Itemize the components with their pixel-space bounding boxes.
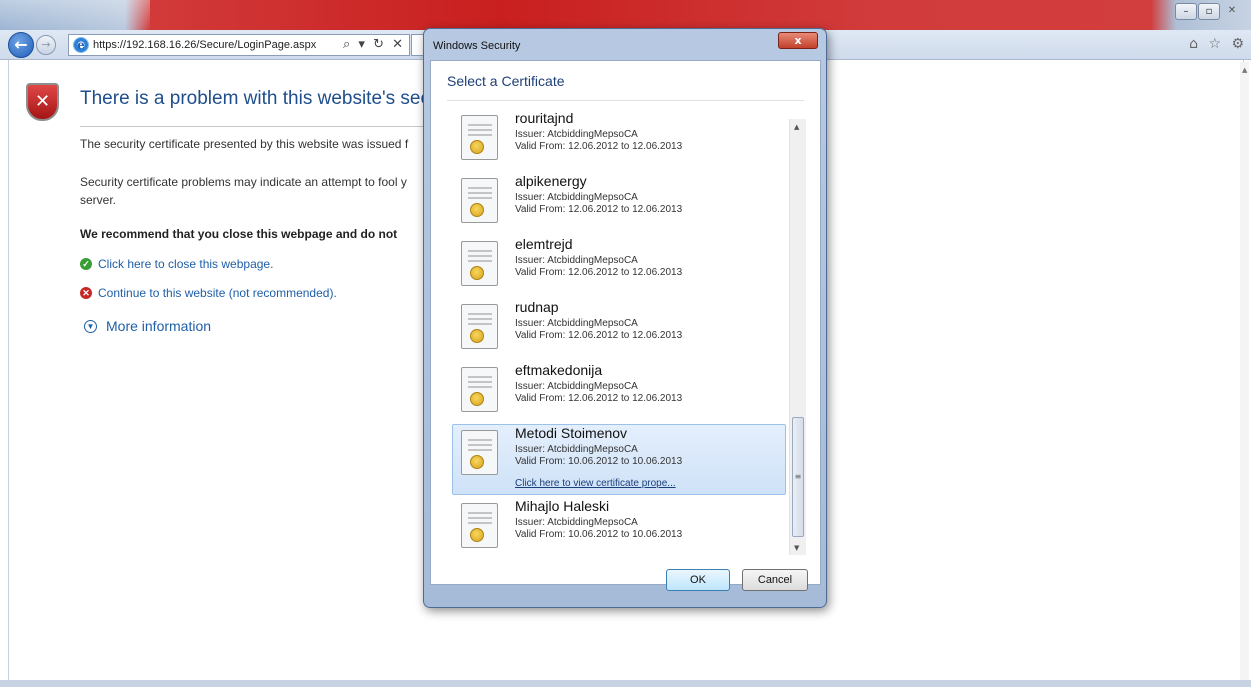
browser-title-bar: – ▫ ✕ xyxy=(0,0,1251,30)
certificate-item[interactable]: eftmakedonija Issuer: AtcbiddingMepsoCA … xyxy=(452,361,786,423)
certificate-list[interactable]: rouritajnd Issuer: AtcbiddingMepsoCA Val… xyxy=(446,110,808,554)
cert-warning-paragraph: Security certificate problems may indica… xyxy=(80,175,407,207)
certificate-icon xyxy=(461,241,498,286)
certificate-item[interactable]: Mihajlo Haleski Issuer: AtcbiddingMepsoC… xyxy=(452,497,786,554)
certificate-issuer: Issuer: AtcbiddingMepsoCA xyxy=(515,318,638,329)
security-shield-error-icon: ✕ xyxy=(26,83,59,121)
certificate-issuer: Issuer: AtcbiddingMepsoCA xyxy=(515,192,638,203)
page-scrollbar[interactable] xyxy=(1240,62,1249,680)
certificate-issuer: Issuer: AtcbiddingMepsoCA xyxy=(515,255,638,266)
dialog-heading: Select a Certificate xyxy=(447,73,565,89)
certificate-name: Metodi Stoimenov xyxy=(515,425,628,441)
dialog-title: Windows Security xyxy=(433,40,521,52)
more-information-toggle[interactable]: ▼ More information xyxy=(84,318,211,334)
certificate-name: rudnap xyxy=(515,299,559,315)
close-page-link-label[interactable]: Click here to close this webpage. xyxy=(98,257,273,271)
title-divider xyxy=(80,126,425,127)
certificate-name: rouritajnd xyxy=(515,110,574,126)
certificate-validity: Valid From: 12.06.2012 to 12.06.2013 xyxy=(515,330,683,341)
address-bar[interactable]: e https://192.168.16.26/Secure/LoginPage… xyxy=(68,34,410,56)
certificate-item[interactable]: alpikenergy Issuer: AtcbiddingMepsoCA Va… xyxy=(452,172,786,234)
scroll-up-arrow-icon[interactable]: ▲ xyxy=(1242,66,1247,74)
certificate-name: Mihajlo Haleski xyxy=(515,498,610,514)
certificate-issuer: Issuer: AtcbiddingMepsoCA xyxy=(515,444,638,455)
certificate-name: elemtrejd xyxy=(515,236,573,252)
recommendation-text: We recommend that you close this webpage… xyxy=(80,227,398,241)
title-bar-highlight xyxy=(0,0,150,30)
more-information-label[interactable]: More information xyxy=(106,318,211,334)
certificate-icon xyxy=(461,367,498,412)
ok-button[interactable]: OK xyxy=(666,569,730,591)
certificate-item[interactable]: rudnap Issuer: AtcbiddingMepsoCA Valid F… xyxy=(452,298,786,360)
certificate-validity: Valid From: 10.06.2012 to 10.06.2013 xyxy=(515,529,683,540)
certificate-name: eftmakedonija xyxy=(515,362,603,378)
certificate-icon xyxy=(461,115,498,160)
continue-link-label[interactable]: Continue to this website (not recommende… xyxy=(98,286,337,300)
certificate-icon xyxy=(461,430,498,475)
expand-chevron-icon[interactable]: ▼ xyxy=(84,319,97,333)
toolbar-right-icons[interactable]: ⌂ ☆ ⚙ xyxy=(1189,36,1247,52)
maximize-button[interactable]: ▫ xyxy=(1198,3,1220,20)
certificate-issuer: Issuer: AtcbiddingMepsoCA xyxy=(515,517,638,528)
continue-link[interactable]: ✕ Continue to this website (not recommen… xyxy=(80,286,337,300)
dialog-footer: OK Cancel xyxy=(431,559,820,599)
dialog-body: Select a Certificate rouritajnd Issuer: … xyxy=(430,60,821,585)
window-close-button[interactable]: ✕ xyxy=(1221,3,1243,20)
warning-shield-icon: ✕ xyxy=(80,287,92,299)
address-url[interactable]: https://192.168.16.26/Secure/LoginPage.a… xyxy=(93,39,316,51)
certificate-validity: Valid From: 12.06.2012 to 12.06.2013 xyxy=(515,204,683,215)
page-title: There is a problem with this website's s… xyxy=(80,88,481,109)
dialog-divider xyxy=(447,100,804,101)
scroll-up-icon[interactable]: ▲ xyxy=(794,123,799,131)
certificate-icon xyxy=(461,503,498,548)
certificate-validity: Valid From: 12.06.2012 to 12.06.2013 xyxy=(515,141,683,152)
minimize-button[interactable]: – xyxy=(1175,3,1197,20)
dialog-close-button[interactable]: x xyxy=(778,32,818,49)
back-button[interactable]: ← xyxy=(8,32,34,58)
view-certificate-properties-link[interactable]: Click here to view certificate prope... xyxy=(515,478,676,489)
checkmark-shield-icon: ✓ xyxy=(80,258,92,270)
certificate-name: alpikenergy xyxy=(515,173,587,189)
certificate-issuer: Issuer: AtcbiddingMepsoCA xyxy=(515,129,638,140)
certificate-item[interactable]: elemtrejd Issuer: AtcbiddingMepsoCA Vali… xyxy=(452,235,786,297)
certificate-list-scrollbar[interactable]: ▲ ≡ ▼ xyxy=(789,119,806,555)
certificate-icon xyxy=(461,304,498,349)
certificate-icon xyxy=(461,178,498,223)
windows-security-dialog: Windows Security x Select a Certificate … xyxy=(423,28,827,608)
cert-issue-paragraph: The security certificate presented by th… xyxy=(80,137,409,151)
address-tools-icons[interactable]: ⌕ ▾ ↻ ✕ xyxy=(343,37,405,52)
cancel-button[interactable]: Cancel xyxy=(742,569,808,591)
certificate-item[interactable]: rouritajnd Issuer: AtcbiddingMepsoCA Val… xyxy=(452,110,786,171)
window-bottom-edge xyxy=(0,680,1251,687)
certificate-item-selected[interactable]: Metodi Stoimenov Issuer: AtcbiddingMepso… xyxy=(452,424,786,495)
scrollbar-thumb[interactable]: ≡ xyxy=(792,417,804,537)
window-controls: – ▫ ✕ xyxy=(1175,3,1243,20)
forward-button[interactable]: → xyxy=(36,35,56,55)
certificate-validity: Valid From: 12.06.2012 to 12.06.2013 xyxy=(515,393,683,404)
close-page-link[interactable]: ✓ Click here to close this webpage. xyxy=(80,257,273,271)
ie-page-icon: e xyxy=(73,37,89,53)
certificate-validity: Valid From: 12.06.2012 to 12.06.2013 xyxy=(515,267,683,278)
scroll-down-icon[interactable]: ▼ xyxy=(794,544,799,552)
certificate-validity: Valid From: 10.06.2012 to 10.06.2013 xyxy=(515,456,683,467)
certificate-issuer: Issuer: AtcbiddingMepsoCA xyxy=(515,381,638,392)
